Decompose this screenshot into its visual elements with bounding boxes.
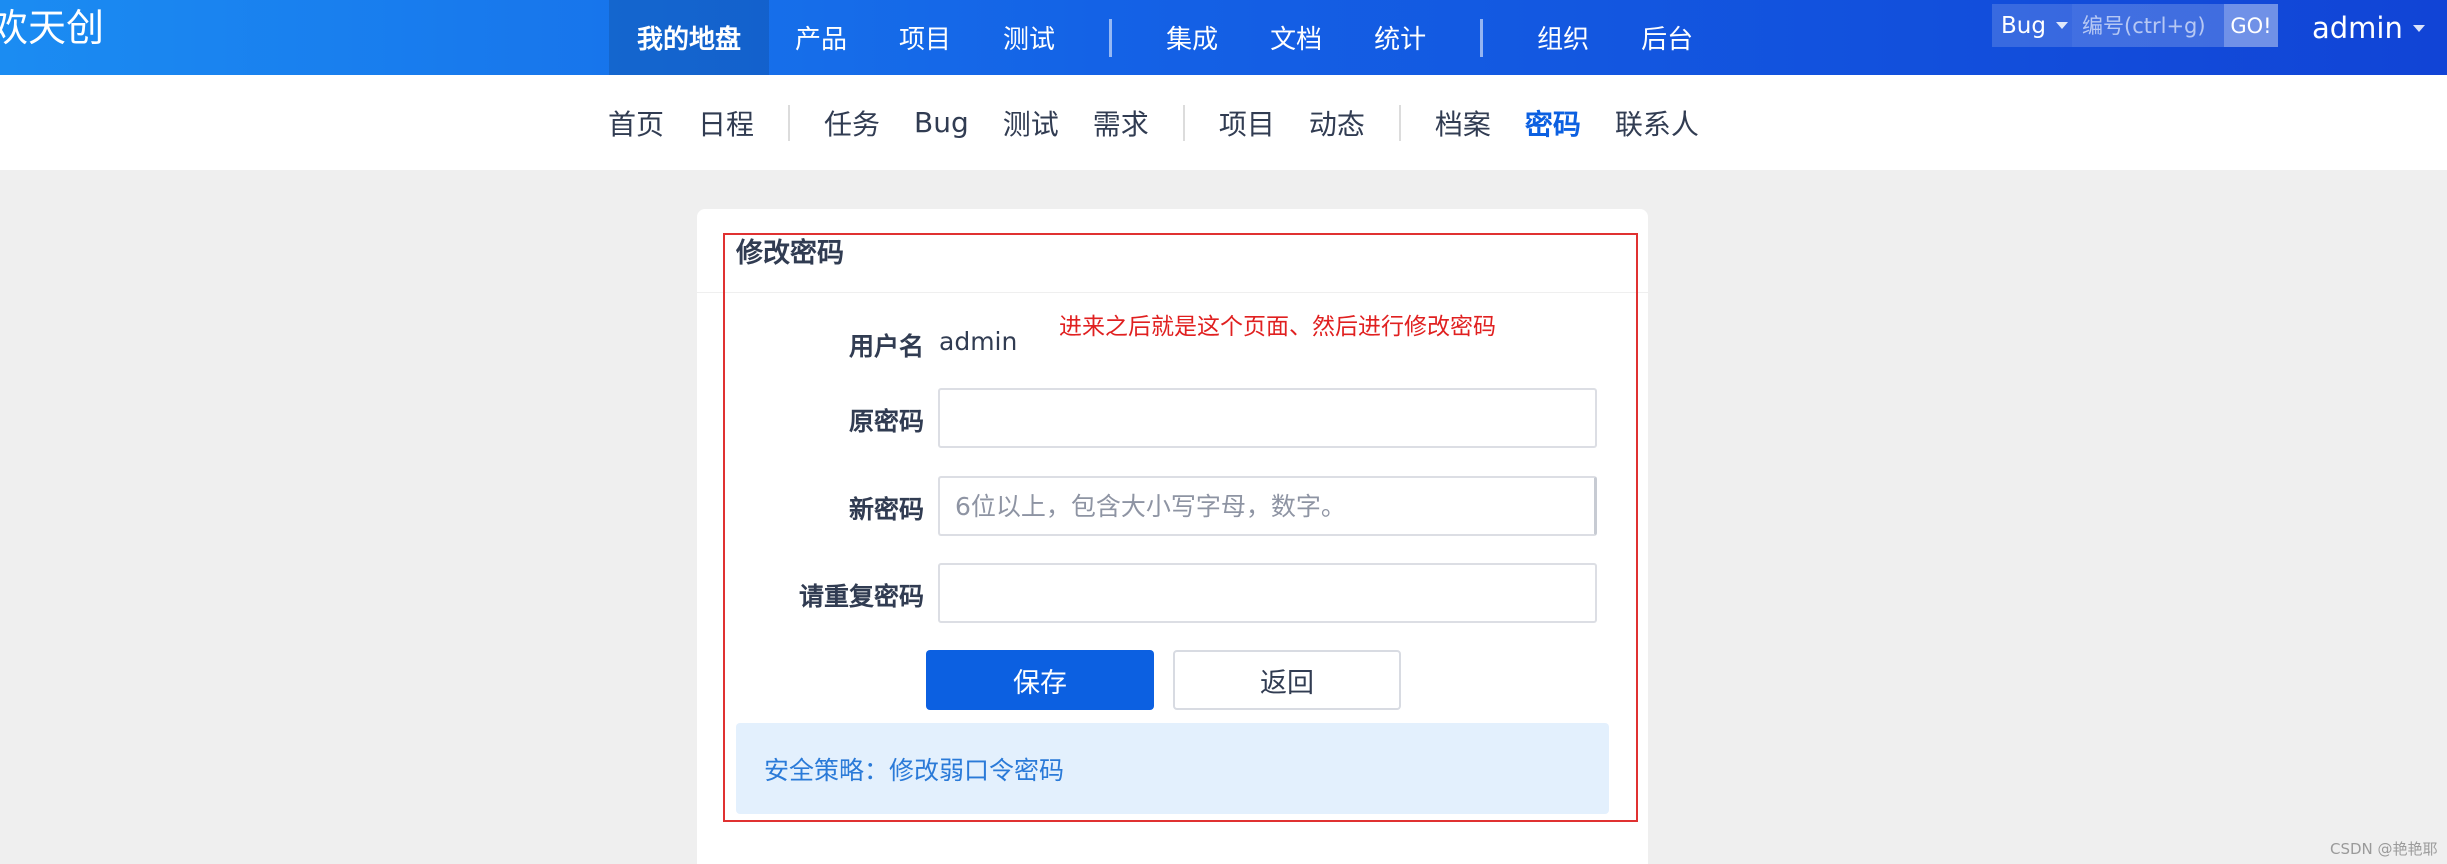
new-password-label: 新密码 [848,495,924,524]
search-go-button[interactable]: GO! [2224,4,2278,47]
sub-nav-dynamic[interactable]: 动态 [1292,103,1382,143]
sub-nav-divider [1182,104,1185,141]
quick-search: Bug GO! [1992,4,2278,47]
sub-nav-story[interactable]: 需求 [1076,103,1166,143]
user-menu[interactable]: admin [2312,8,2425,48]
main-nav-my[interactable]: 我的地盘 [609,0,770,75]
main-nav-divider [1480,18,1484,57]
panel-divider [697,292,1648,293]
sub-nav-profile[interactable]: 档案 [1418,103,1508,143]
security-policy-alert: 安全策略：修改弱口令密码 [736,723,1609,814]
user-name: admin [2312,11,2403,45]
sub-nav-task[interactable]: 任务 [807,103,897,143]
username-label: 用户名 [848,332,924,361]
main-nav-qa[interactable]: 测试 [977,0,1081,75]
sub-nav-divider [1398,104,1401,141]
search-type-label: Bug [2001,12,2046,39]
old-password-field[interactable] [938,388,1597,448]
username-value: admin [939,327,1018,356]
old-password-label: 原密码 [848,407,924,436]
main-nav-admin[interactable]: 后台 [1615,0,1719,75]
sub-nav-password[interactable]: 密码 [1508,103,1598,143]
main-nav-doc[interactable]: 文档 [1244,0,1348,75]
main-nav-report[interactable]: 统计 [1348,0,1452,75]
sub-nav-test[interactable]: 测试 [986,103,1076,143]
sub-nav-contacts[interactable]: 联系人 [1598,103,1716,143]
search-input[interactable] [2072,4,2224,47]
panel-title: 修改密码 [736,238,844,269]
chevron-down-icon [2055,22,2068,29]
chevron-down-icon [2412,24,2425,32]
sub-nav-divider [788,104,791,141]
new-password-field[interactable] [938,476,1597,536]
main-nav: 我的地盘 产品 项目 测试 集成 文档 统计 组织 后台 [609,0,1719,75]
main-nav-company[interactable]: 组织 [1511,0,1615,75]
security-policy-text: 安全策略：修改弱口令密码 [764,755,1065,785]
main-nav-ci[interactable]: 集成 [1140,0,1244,75]
main-nav-project[interactable]: 项目 [873,0,977,75]
sub-nav-bug[interactable]: Bug [897,106,986,139]
sub-nav-index[interactable]: 首页 [591,103,681,143]
sub-nav: 首页 日程 任务 Bug 测试 需求 项目 动态 档案 密码 联系人 [0,75,2447,170]
sub-nav-project[interactable]: 项目 [1202,103,1292,143]
sub-nav-calendar[interactable]: 日程 [681,103,771,143]
back-button[interactable]: 返回 [1173,650,1401,710]
watermark: CSDN @艳艳耶 [2330,840,2438,858]
save-button[interactable]: 保存 [926,650,1154,710]
repeat-password-field[interactable] [938,563,1597,623]
annotation-note: 进来之后就是这个页面、然后进行修改密码 [1059,314,1496,340]
top-header: 欢天创 我的地盘 产品 项目 测试 集成 文档 统计 组织 后台 Bug GO!… [0,0,2447,75]
search-type-dropdown[interactable]: Bug [1992,4,2072,47]
main-nav-product[interactable]: 产品 [769,0,873,75]
main-nav-divider [1109,18,1113,57]
brand-logo-text[interactable]: 欢天创 [0,4,104,52]
repeat-password-label: 请重复密码 [798,582,924,611]
